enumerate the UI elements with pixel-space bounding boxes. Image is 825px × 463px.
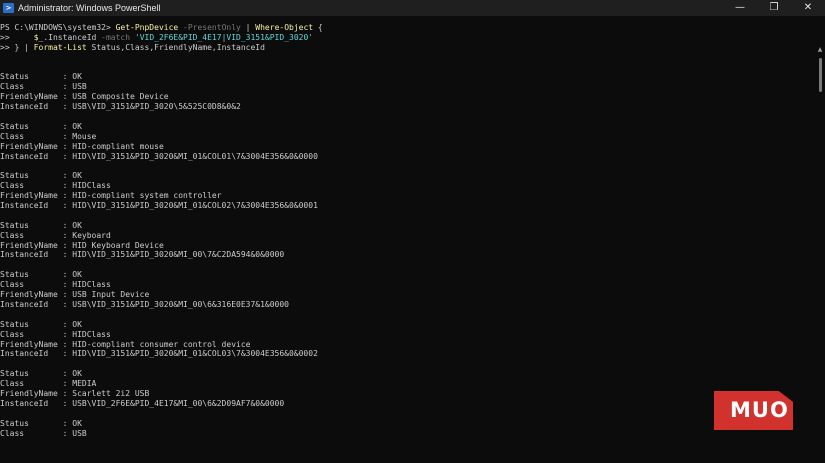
powershell-icon: >: [3, 3, 14, 13]
cmdlet-format-list: Format-List: [33, 42, 87, 52]
device-record: Status : OK Class : HIDClass FriendlyNam…: [0, 171, 815, 211]
status-line: Status : OK: [0, 220, 82, 230]
friendlyname-line: FriendlyName : USB Composite Device: [0, 92, 169, 102]
maximize-button[interactable]: ❐: [757, 0, 791, 16]
instanceid-line: InstanceId : HID\VID_3151&PID_3020&MI_01…: [0, 201, 318, 211]
friendlyname-line: FriendlyName : HID-compliant consumer co…: [0, 339, 251, 349]
instanceid-line: InstanceId : USB\VID_3151&PID_3020&MI_00…: [0, 299, 289, 309]
instanceid-line: InstanceId : USB\VID_3151&PID_3020\5&525…: [0, 102, 241, 112]
window-controls: — ❐ ✕: [723, 0, 825, 16]
cmdlet-where-object: Where-Object: [255, 23, 314, 32]
friendlyname-line: FriendlyName : HID Keyboard Device: [0, 240, 164, 250]
instanceid-line: InstanceId : HID\VID_3151&PID_3020&MI_01…: [0, 349, 318, 359]
class-line: Class : HIDClass: [0, 181, 111, 191]
vertical-scrollbar[interactable]: ▲: [815, 16, 825, 463]
close-button[interactable]: ✕: [791, 0, 825, 16]
parameter-presentonly: -PresentOnly: [178, 23, 241, 32]
command-line-3: >> } | Format-List Status,Class,Friendly…: [0, 43, 815, 53]
continuation-prompt: >>: [0, 42, 15, 52]
friendlyname-line: FriendlyName : USB Input Device: [0, 290, 150, 300]
continuation-prompt: >>: [0, 32, 15, 42]
instanceid-line: InstanceId : USB\VID_2F6E&PID_4E17&MI_00…: [0, 398, 285, 408]
brace-close-pipe: } |: [14, 42, 34, 52]
scrollbar-thumb[interactable]: [819, 58, 822, 92]
status-line: Status : OK: [0, 369, 82, 379]
class-line: Class : USB: [0, 428, 87, 438]
watermark-text: MUO: [730, 398, 789, 422]
device-record: Status : OK Class : USB: [0, 419, 815, 439]
scroll-up-arrow-icon[interactable]: ▲: [817, 47, 823, 53]
match-string: 'VID_2F6E&PID_4E17|VID_3151&PID_3020': [130, 32, 314, 42]
class-line: Class : Mouse: [0, 131, 97, 141]
device-record: Status : OK Class : HIDClass FriendlyNam…: [0, 270, 815, 310]
instanceid-line: InstanceId : HID\VID_3151&PID_3020&MI_00…: [0, 250, 285, 260]
pipeline-variable: $_: [33, 32, 44, 42]
command-line-2: >> $_.InstanceId -match 'VID_2F6E&PID_4E…: [0, 33, 815, 43]
prompt: PS C:\WINDOWS\system32>: [0, 23, 116, 32]
device-record: Status : OK Class : HIDClass FriendlyNam…: [0, 320, 815, 360]
status-line: Status : OK: [0, 319, 82, 329]
friendlyname-line: FriendlyName : HID-compliant mouse: [0, 141, 164, 151]
property-instanceid: .InstanceId: [43, 32, 97, 42]
title-bar: > Administrator: Windows PowerShell — ❐ …: [0, 0, 825, 16]
status-line: Status : OK: [0, 121, 82, 131]
parameter-match: -match: [96, 32, 131, 42]
class-line: Class : MEDIA: [0, 379, 97, 389]
console-output[interactable]: PS C:\WINDOWS\system32> Get-PnpDevice -P…: [0, 23, 815, 463]
class-line: Class : HIDClass: [0, 329, 111, 339]
format-list-args: Status,Class,FriendlyName,InstanceId: [86, 42, 265, 52]
status-line: Status : OK: [0, 72, 82, 82]
cmdlet-get-pnpdevice: Get-PnpDevice: [115, 23, 179, 32]
instanceid-line: InstanceId : HID\VID_3151&PID_3020&MI_01…: [0, 151, 318, 161]
device-record: Status : OK Class : Mouse FriendlyName :…: [0, 122, 815, 162]
command-line-1: PS C:\WINDOWS\system32> Get-PnpDevice -P…: [0, 23, 815, 33]
device-record: Status : OK Class : MEDIA FriendlyName :…: [0, 369, 815, 409]
brace-open: {: [313, 23, 323, 32]
minimize-button[interactable]: —: [723, 0, 757, 16]
friendlyname-line: FriendlyName : HID-compliant system cont…: [0, 191, 222, 201]
class-line: Class : HIDClass: [0, 280, 111, 290]
class-line: Class : Keyboard: [0, 230, 111, 240]
status-line: Status : OK: [0, 270, 82, 280]
pipe-operator: |: [240, 23, 256, 32]
device-record: Status : OK Class : USB FriendlyName : U…: [0, 72, 815, 112]
device-record: Status : OK Class : Keyboard FriendlyNam…: [0, 221, 815, 261]
status-line: Status : OK: [0, 171, 82, 181]
window-title: Administrator: Windows PowerShell: [18, 3, 161, 13]
status-line: Status : OK: [0, 418, 82, 428]
class-line: Class : USB: [0, 82, 87, 92]
friendlyname-line: FriendlyName : Scarlett 2i2 USB: [0, 388, 150, 398]
